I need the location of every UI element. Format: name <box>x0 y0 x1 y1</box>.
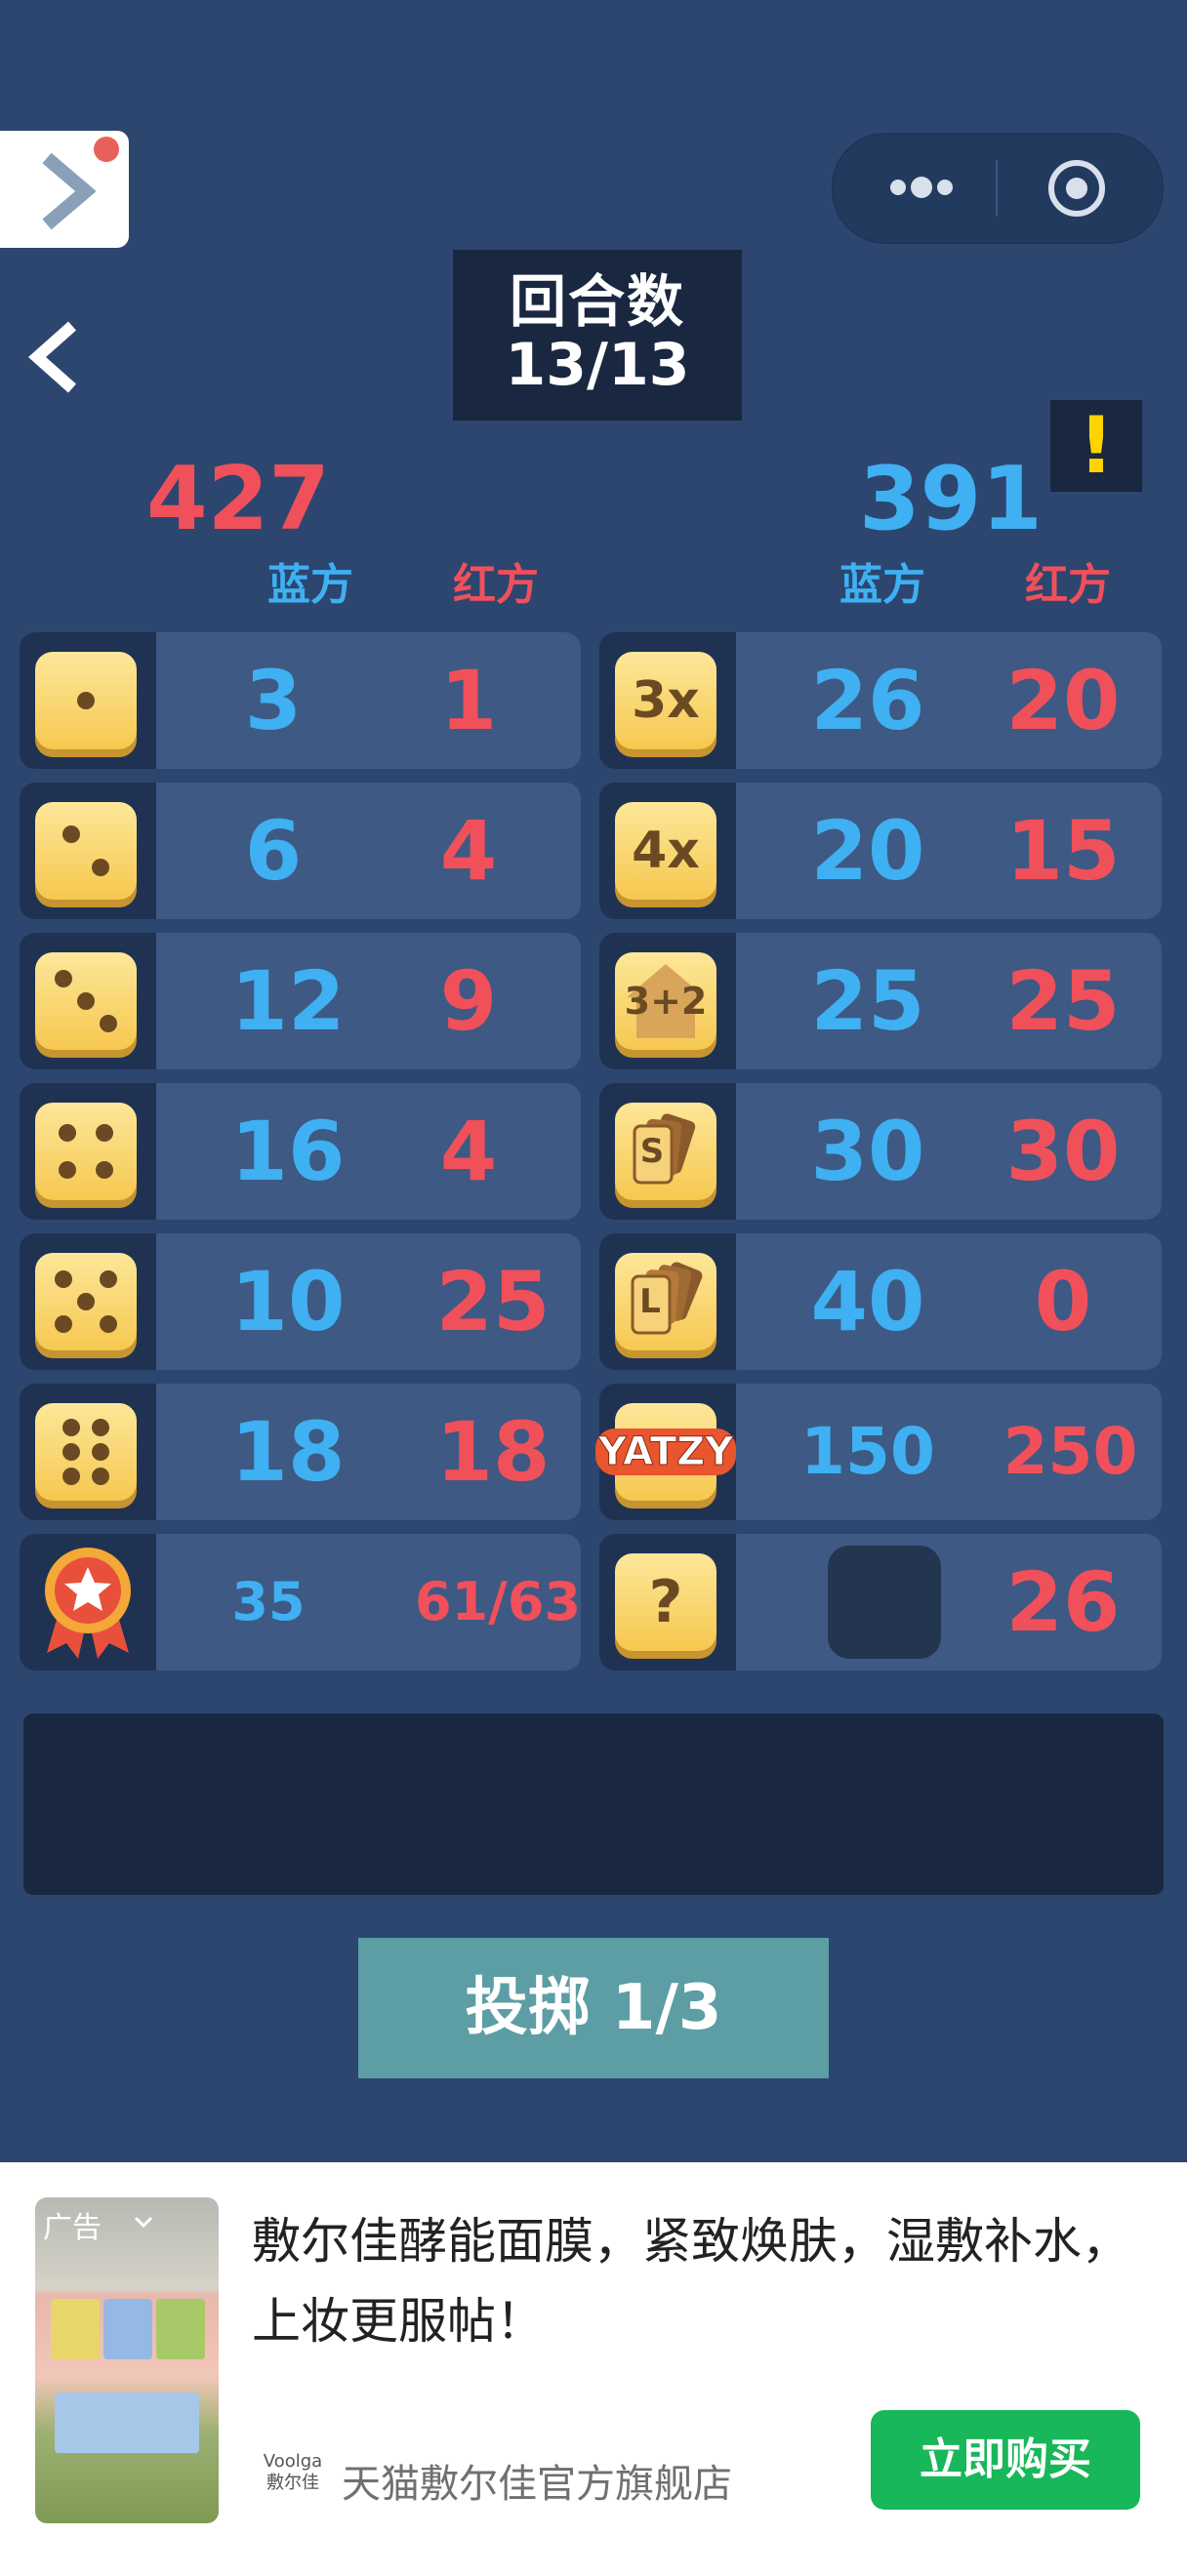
score-blue: 20 <box>810 803 925 899</box>
dice-tray-panel <box>23 1713 1164 1895</box>
buy-now-button[interactable]: 立即购买 <box>871 2410 1140 2510</box>
score-row-fours[interactable]: 16 4 <box>20 1083 581 1220</box>
score-blue: 18 <box>230 1404 346 1500</box>
score-row-yatzy[interactable]: YATZY 150 250 <box>595 1384 1162 1520</box>
round-value: 13/13 <box>505 331 690 399</box>
score-row-ones[interactable]: 3 1 <box>20 632 581 769</box>
score-red: 20 <box>1005 653 1121 748</box>
capsule-divider <box>996 160 998 217</box>
score-blue: 40 <box>810 1254 925 1349</box>
round-label: 回合数 <box>509 268 685 335</box>
score-red: 25 <box>435 1254 551 1349</box>
mini-program-capsule <box>832 133 1164 244</box>
ad-tag[interactable]: 广告 <box>43 2203 102 2246</box>
score-blue: 10 <box>230 1254 346 1349</box>
score-red: 250 <box>1003 1414 1138 1489</box>
score-red: 26 <box>1005 1554 1121 1650</box>
ad-image[interactable]: 广告 <box>35 2197 219 2523</box>
header-blue-right: 蓝方 <box>839 560 925 610</box>
four-of-kind-icon: 4x <box>615 802 716 900</box>
score-row-sixes[interactable]: 18 18 <box>20 1384 581 1520</box>
score-red: 18 <box>435 1404 551 1500</box>
score-blue: 26 <box>810 653 925 748</box>
total-score-left: 427 <box>146 448 330 550</box>
header-red-right: 红方 <box>1025 560 1111 610</box>
bonus-red: 61/63 <box>415 1571 581 1632</box>
score-row-threes[interactable]: 12 9 <box>20 933 581 1069</box>
header-red-left: 红方 <box>453 560 539 610</box>
dice-five-icon <box>35 1253 137 1350</box>
full-house-icon: 3+2 <box>615 952 716 1050</box>
dice-four-icon <box>35 1103 137 1200</box>
score-blue: 3 <box>244 653 303 748</box>
score-blue: 30 <box>810 1104 925 1199</box>
more-dots-icon[interactable] <box>873 162 970 213</box>
score-row-full-house[interactable]: 3+2 25 25 <box>599 933 1162 1069</box>
dice-six-icon <box>35 1403 137 1501</box>
score-row-large-straight[interactable]: L 40 0 <box>599 1233 1162 1370</box>
bonus-medal-icon <box>45 1548 131 1659</box>
side-panel-tab[interactable] <box>0 131 129 248</box>
score-row-bonus: 35 61/63 <box>20 1534 581 1670</box>
notification-dot <box>94 137 119 162</box>
score-red: 0 <box>1034 1254 1092 1349</box>
chevron-down-icon <box>134 2216 153 2229</box>
alert-button[interactable]: ! <box>1050 400 1142 492</box>
score-row-three-of-kind[interactable]: 3x 26 20 <box>599 632 1162 769</box>
score-red: 4 <box>439 1104 498 1199</box>
yatzy-icon: YATZY <box>595 1403 736 1501</box>
ad-banner[interactable]: 广告 敷尔佳酵能面膜，紧致焕肤，湿敷补水，上妆更服帖！ Voolga 敷尔佳 天… <box>0 2162 1187 2576</box>
score-row-four-of-kind[interactable]: 4x 20 15 <box>599 783 1162 919</box>
total-score-right: 391 <box>859 448 1043 550</box>
large-straight-icon: L <box>615 1253 716 1350</box>
score-red: 1 <box>439 653 498 748</box>
score-blue: 6 <box>244 803 303 899</box>
score-row-fives[interactable]: 10 25 <box>20 1233 581 1370</box>
target-circle-icon[interactable] <box>1046 158 1107 219</box>
score-red: 25 <box>1005 953 1121 1049</box>
dice-one-icon <box>35 652 137 749</box>
three-of-kind-icon: 3x <box>615 652 716 749</box>
ad-title[interactable]: 敷尔佳酵能面膜，紧致焕肤，湿敷补水，上妆更服帖！ <box>252 2201 1130 2361</box>
ad-store-name[interactable]: 天猫敷尔佳官方旗舰店 <box>342 2455 732 2514</box>
score-red: 4 <box>439 803 498 899</box>
score-row-twos[interactable]: 6 4 <box>20 783 581 919</box>
bonus-blue: 35 <box>231 1571 306 1632</box>
chevron-left-icon[interactable] <box>25 318 84 396</box>
chance-icon: ? <box>615 1553 716 1651</box>
small-straight-icon: S <box>615 1103 716 1200</box>
brand-logo: Voolga 敷尔佳 <box>263 2451 323 2493</box>
score-red: 15 <box>1005 803 1121 899</box>
score-row-small-straight[interactable]: S 30 30 <box>599 1083 1162 1220</box>
dice-three-icon <box>35 952 137 1050</box>
score-red: 9 <box>439 953 498 1049</box>
score-red: 30 <box>1005 1104 1121 1199</box>
dice-two-icon <box>35 802 137 900</box>
score-blue: 12 <box>230 953 346 1049</box>
score-blue: 25 <box>810 953 925 1049</box>
score-row-chance[interactable]: ? 26 <box>599 1534 1162 1670</box>
empty-score-slot[interactable] <box>828 1546 941 1659</box>
round-counter: 回合数 13/13 <box>453 250 742 421</box>
roll-button[interactable]: 投掷 1/3 <box>358 1938 829 2078</box>
score-blue: 150 <box>800 1414 935 1489</box>
score-blue: 16 <box>230 1104 346 1199</box>
chevron-right-icon <box>42 152 96 230</box>
header-blue-left: 蓝方 <box>267 560 353 610</box>
